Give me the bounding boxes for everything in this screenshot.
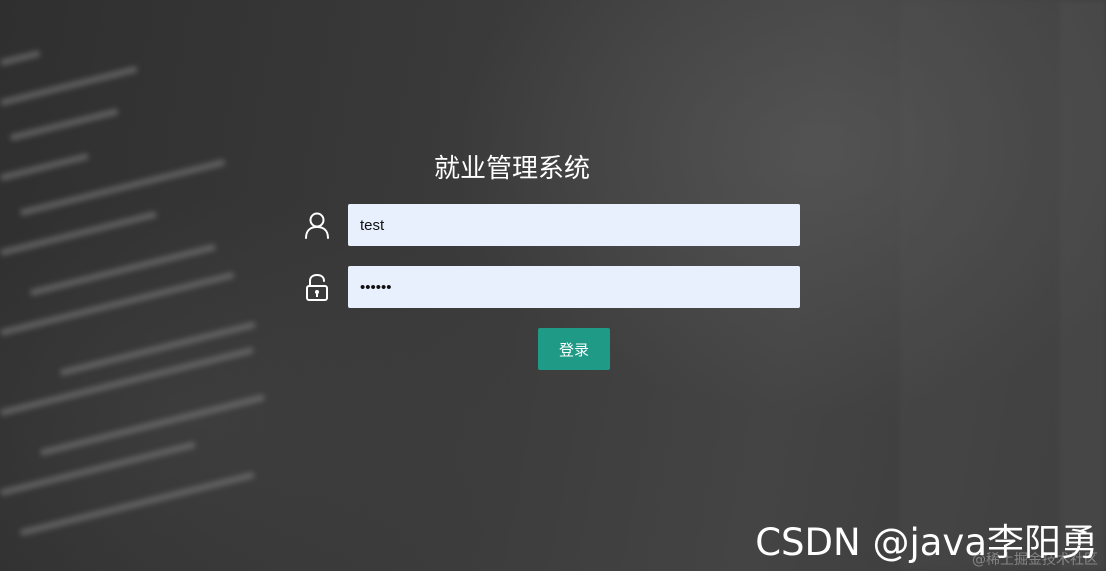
login-button[interactable]: 登录 [538, 328, 610, 370]
watermark-text: CSDN @java李阳勇 [755, 521, 1098, 564]
username-input[interactable] [348, 204, 800, 246]
user-icon [302, 210, 332, 240]
password-input[interactable] [348, 266, 800, 308]
page-title: 就业管理系统 [433, 154, 590, 184]
unlock-icon [302, 272, 332, 302]
